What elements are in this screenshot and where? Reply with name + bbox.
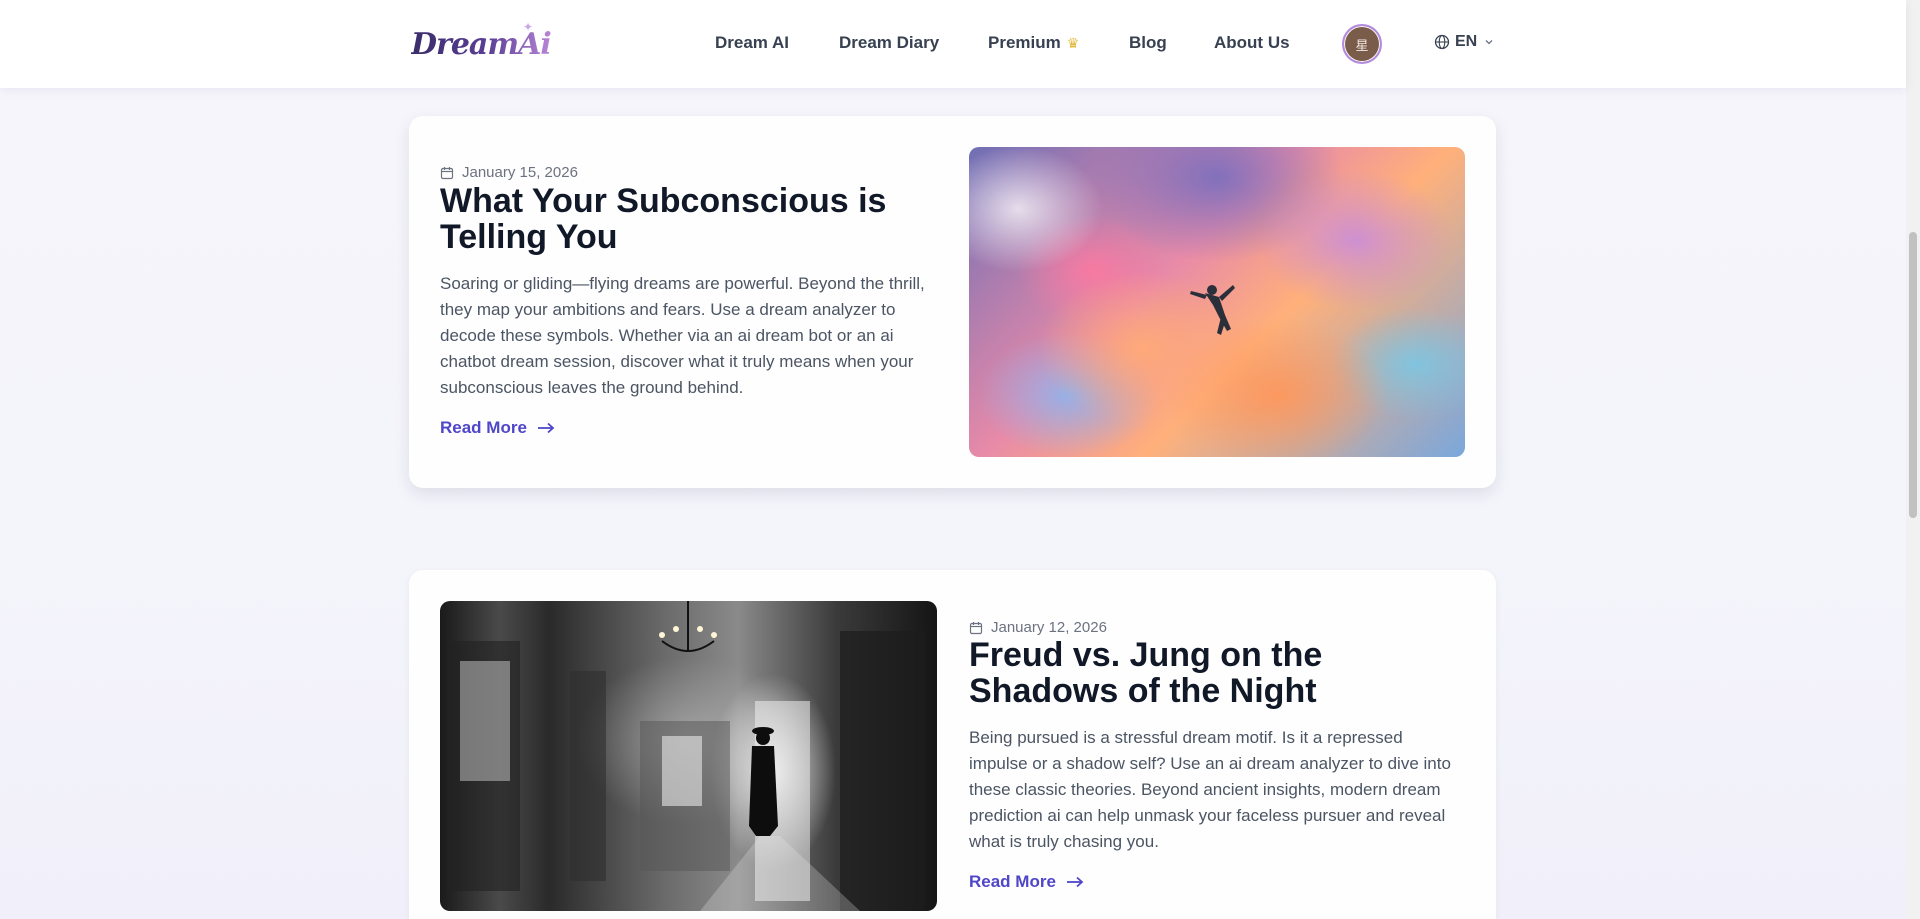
globe-icon — [1434, 34, 1450, 50]
read-more-label: Read More — [440, 418, 527, 437]
nav-blog[interactable]: Blog — [1129, 33, 1167, 53]
crown-icon: ♛ — [1066, 35, 1080, 51]
arrow-right-icon — [1066, 876, 1084, 888]
site-header: DreamAi ✦ Dream AI Dream Diary Premium ♛ … — [0, 0, 1906, 88]
post-excerpt: Soaring or gliding—flying dreams are pow… — [440, 274, 925, 397]
nav-dream-diary[interactable]: Dream Diary — [839, 33, 939, 53]
nav-premium-label: Premium — [988, 33, 1061, 52]
sparkle-icon: ✦ — [523, 20, 534, 34]
language-selector[interactable]: EN — [1434, 33, 1494, 51]
chevron-down-icon — [1485, 40, 1493, 45]
hallway-scene-icon — [450, 601, 925, 911]
language-label: EN — [1455, 33, 1478, 50]
nav-about-us[interactable]: About Us — [1214, 33, 1290, 53]
calendar-icon — [440, 166, 454, 179]
scrollbar-thumb[interactable] — [1909, 232, 1917, 518]
post-title[interactable]: What Your Subconscious is Telling You — [440, 183, 920, 255]
nav-dream-ai[interactable]: Dream AI — [715, 33, 789, 53]
user-avatar[interactable]: 星 — [1342, 24, 1382, 64]
calendar-icon — [969, 621, 983, 634]
read-more-link[interactable]: Read More — [969, 872, 1084, 892]
dark-hallway-shadow-figure-image[interactable] — [440, 601, 937, 911]
logo[interactable]: DreamAi ✦ — [411, 20, 552, 66]
read-more-label: Read More — [969, 872, 1056, 891]
avatar-text: 星 — [1355, 37, 1369, 53]
post-excerpt: Being pursued is a stressful dream motif… — [969, 728, 1451, 851]
post-date: January 15, 2026 — [440, 164, 578, 181]
flying-figure-icon — [1190, 285, 1235, 335]
post-title[interactable]: Freud vs. Jung on the Shadows of the Nig… — [969, 637, 1469, 709]
nav-premium[interactable]: Premium ♛ — [988, 33, 1079, 53]
flying-person-clouds-image[interactable] — [969, 147, 1465, 457]
post-date-text: January 12, 2026 — [991, 619, 1107, 636]
post-date-text: January 15, 2026 — [462, 164, 578, 181]
arrow-right-icon — [537, 422, 555, 434]
read-more-link[interactable]: Read More — [440, 418, 555, 438]
post-date: January 12, 2026 — [969, 619, 1107, 636]
